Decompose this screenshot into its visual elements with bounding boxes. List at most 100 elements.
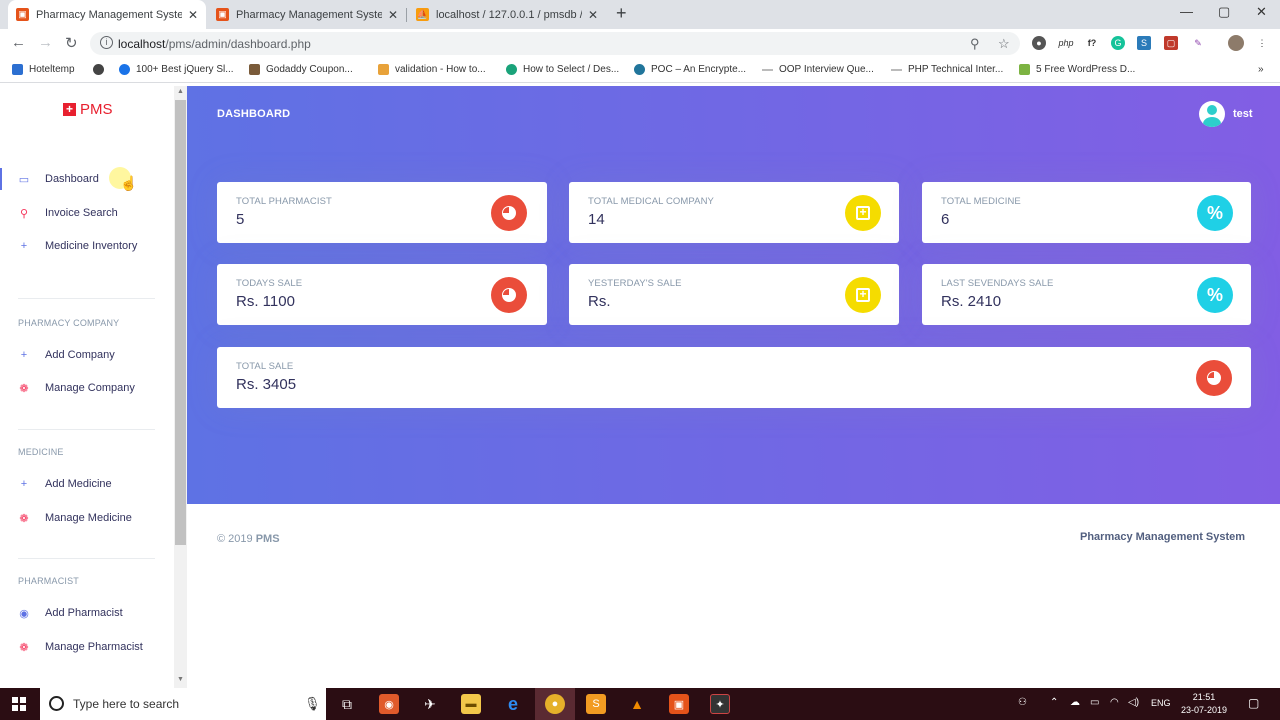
sidebar-item-label: Dashboard [45,173,99,185]
microphone-icon[interactable]: 🎙 [304,696,321,712]
grammarly-icon[interactable]: G [1111,36,1125,50]
tray-overflow-icon[interactable]: ⌃ [1050,697,1058,708]
bookmark-item[interactable]: Hoteltemp [12,64,75,75]
browser-tab-2[interactable]: ▣ Pharmacy Management System ✕ [208,0,406,29]
bookmark-item[interactable]: POC – An Encrypte... [634,64,746,75]
stat-card-last-sevendays-sale: LAST SEVENDAYS SALE Rs. 2410 % [922,264,1251,325]
bookmark-item[interactable]: How to Select / Des... [506,64,619,75]
pen-extension-icon[interactable]: ✎ [1191,36,1205,50]
sublime-text-icon[interactable]: S [586,694,606,714]
browser-tab-bar: ▣ Pharmacy Management System ✕ ▣ Pharmac… [0,0,1280,29]
sidebar-item-medicine-inventory[interactable]: + Medicine Inventory [0,235,174,257]
onedrive-icon[interactable]: ☁ [1070,697,1080,708]
footer-brand-link[interactable]: PMS [256,533,280,545]
bookmark-item[interactable]: Godaddy Coupon... [249,64,353,75]
card-title: LAST SEVENDAYS SALE [941,278,1054,289]
people-icon[interactable]: ⚇ [1018,697,1027,708]
notifications-icon[interactable]: ▢ [1248,696,1259,710]
bookmark-item[interactable]: validation - How to... [378,64,486,75]
sidebar-brand[interactable]: + PMS [63,101,113,118]
sidebar-scrollbar[interactable]: ▲ ▼ [174,86,187,688]
zoom-icon[interactable]: ⚲ [970,36,980,52]
app-icon-orange[interactable]: ◉ [379,694,399,714]
bookmark-item[interactable]: OOP Interview Que... [762,64,874,75]
maximize-icon[interactable]: ▢ [1218,4,1230,20]
scroll-down-icon[interactable]: ▼ [177,676,184,683]
sidebar-item-label: Add Medicine [45,478,112,490]
capture-extension-icon[interactable]: ▢ [1164,36,1178,50]
extension-icon[interactable]: ● [1032,36,1046,50]
sidebar-item-manage-medicine[interactable]: ❁ Manage Medicine [0,507,174,529]
taskbar-search-box[interactable]: Type here to search 🎙 [40,688,326,720]
volume-icon[interactable]: ◁) [1128,697,1139,708]
tab-separator [406,8,407,22]
stat-card-todays-sale: TODAYS SALE Rs. 1100 [217,264,547,325]
search-placeholder: Type here to search [73,697,180,711]
edge-browser-icon[interactable]: e [503,694,523,714]
bookmark-item[interactable]: PHP Technical Inter... [891,64,1003,75]
chrome-menu-icon[interactable]: ⋮ [1255,36,1269,50]
bookmark-favicon-icon [762,68,773,71]
windows-start-icon[interactable] [12,697,26,711]
bookmark-item[interactable] [93,64,110,75]
sidebar-heading: MEDICINE [18,447,64,457]
forward-icon[interactable]: → [38,34,53,51]
clock-date: 23-07-2019 [1181,705,1228,715]
url-text: localhost/pms/admin/dashboard.php [118,37,311,51]
task-view-icon[interactable]: ⧉ [337,694,357,714]
wifi-icon[interactable]: ◠ [1110,697,1119,708]
new-tab-icon[interactable]: + [616,3,627,24]
app-icon-dark[interactable]: ✦ [710,694,730,714]
php-extension-icon[interactable]: php [1057,36,1075,50]
sidebar-item-manage-pharmacist[interactable]: ❁ Manage Pharmacist [0,636,174,658]
file-explorer-icon[interactable]: ▬ [461,694,481,714]
close-window-icon[interactable]: ✕ [1256,4,1267,20]
user-menu[interactable]: test [1199,101,1253,127]
fx-extension-icon[interactable]: f? [1085,36,1099,50]
cortana-icon [49,696,64,711]
xampp-icon[interactable]: ▣ [669,694,689,714]
pharmacy-cross-icon: + [63,103,76,116]
close-tab-icon[interactable]: ✕ [588,8,598,22]
scroll-up-icon[interactable]: ▲ [177,88,184,95]
scrollbar-thumb[interactable] [175,100,186,545]
reload-icon[interactable]: ↻ [65,34,78,52]
screenshot-extension-icon[interactable]: S [1137,36,1151,50]
app-icon-bird[interactable]: ✈ [420,694,440,714]
xampp-favicon-icon: ▣ [216,8,229,21]
close-tab-icon[interactable]: ✕ [388,8,398,22]
language-indicator[interactable]: ENG [1151,698,1171,708]
back-icon[interactable]: ← [11,34,26,51]
close-tab-icon[interactable]: ✕ [188,8,198,22]
browser-tab-1[interactable]: ▣ Pharmacy Management System ✕ [8,0,206,29]
battery-icon[interactable]: ▭ [1090,697,1099,708]
more-bookmarks-icon[interactable]: » [1258,64,1264,75]
bookmark-item[interactable]: 100+ Best jQuery Sl... [119,64,234,75]
sidebar-item-invoice-search[interactable]: ⚲ Invoice Search [0,202,174,224]
sidebar-item-dashboard[interactable]: ▭ Dashboard [0,168,174,190]
info-icon[interactable]: i [100,36,113,49]
url-input[interactable]: i localhost/pms/admin/dashboard.php ⚲ ☆ [90,32,1020,55]
sidebar-item-manage-company[interactable]: ❁ Manage Company [0,377,174,399]
chrome-browser-icon[interactable]: ● [545,694,565,714]
bookmark-favicon-icon [1019,64,1030,75]
stat-card-total-medical-company: TOTAL MEDICAL COMPANY 14 + [569,182,899,243]
plus-icon: + [20,240,28,252]
footer-copyright: © 2019 PMS [217,533,280,545]
bookmark-item[interactable]: 5 Free WordPress D... [1019,64,1135,75]
bookmark-favicon-icon [249,64,260,75]
sidebar-item-add-company[interactable]: + Add Company [0,344,174,366]
percent-icon: % [1197,277,1233,313]
browser-tab-3[interactable]: ⛵ localhost / 127.0.0.1 / pmsdb / tb ✕ [408,0,606,29]
card-value: Rs. 2410 [941,293,1002,310]
plus-icon: + [20,478,28,490]
vlc-icon[interactable]: ▲ [627,694,647,714]
minimize-icon[interactable]: — [1180,4,1193,19]
profile-avatar[interactable] [1228,35,1244,51]
bookmark-star-icon[interactable]: ☆ [998,36,1010,52]
plus-square-icon: + [845,277,881,313]
address-bar-row: ← → ↻ i localhost/pms/admin/dashboard.ph… [0,29,1280,58]
sidebar-item-add-medicine[interactable]: + Add Medicine [0,473,174,495]
sidebar-item-add-pharmacist[interactable]: ◉ Add Pharmacist [0,602,174,624]
taskbar-clock[interactable]: 21:51 23-07-2019 [1181,691,1227,717]
